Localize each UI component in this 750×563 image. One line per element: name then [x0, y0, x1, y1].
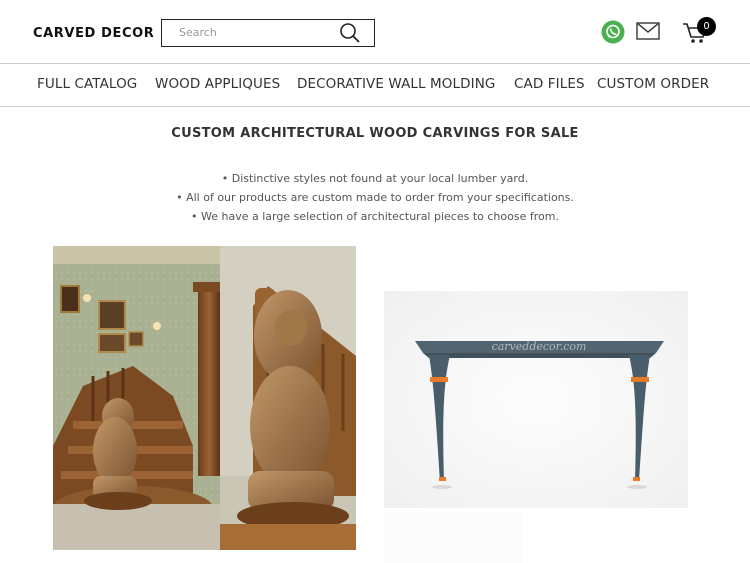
watermark-text: carveddecor.com	[492, 340, 587, 353]
nav-custom-order[interactable]: CUSTOM ORDER	[597, 76, 709, 92]
feature-item: • We have a large selection of architect…	[191, 210, 559, 223]
page-heading: CUSTOM ARCHITECTURAL WOOD CARVINGS FOR S…	[171, 126, 579, 141]
nav-full-catalog[interactable]: FULL CATALOG	[37, 76, 137, 92]
search-input[interactable]	[162, 20, 332, 45]
image-placeholder	[384, 512, 522, 563]
feature-list: • Distinctive styles not found at your l…	[0, 169, 750, 226]
nav-decorative-wall-molding[interactable]: DECORATIVE WALL MOLDING	[297, 76, 496, 92]
cart-count-badge: 0	[697, 17, 716, 36]
search-icon[interactable]	[338, 22, 362, 44]
mail-icon[interactable]	[636, 22, 660, 40]
feature-item: • Distinctive styles not found at your l…	[221, 172, 529, 185]
product-image-lions[interactable]	[53, 246, 356, 550]
main-nav: FULL CATALOG WOOD APPLIQUES DECORATIVE W…	[0, 63, 750, 107]
search-box	[161, 19, 375, 47]
nav-cad-files[interactable]: CAD FILES	[514, 76, 585, 92]
feature-item: • All of our products are custom made to…	[176, 191, 574, 204]
whatsapp-icon[interactable]	[601, 20, 625, 44]
site-header: CARVED DECOR 0	[0, 0, 750, 64]
nav-wood-appliques[interactable]: WOOD APPLIQUES	[155, 76, 280, 92]
site-logo[interactable]: CARVED DECOR	[33, 26, 154, 41]
product-image-console-table[interactable]: carveddecor.com	[384, 291, 688, 508]
